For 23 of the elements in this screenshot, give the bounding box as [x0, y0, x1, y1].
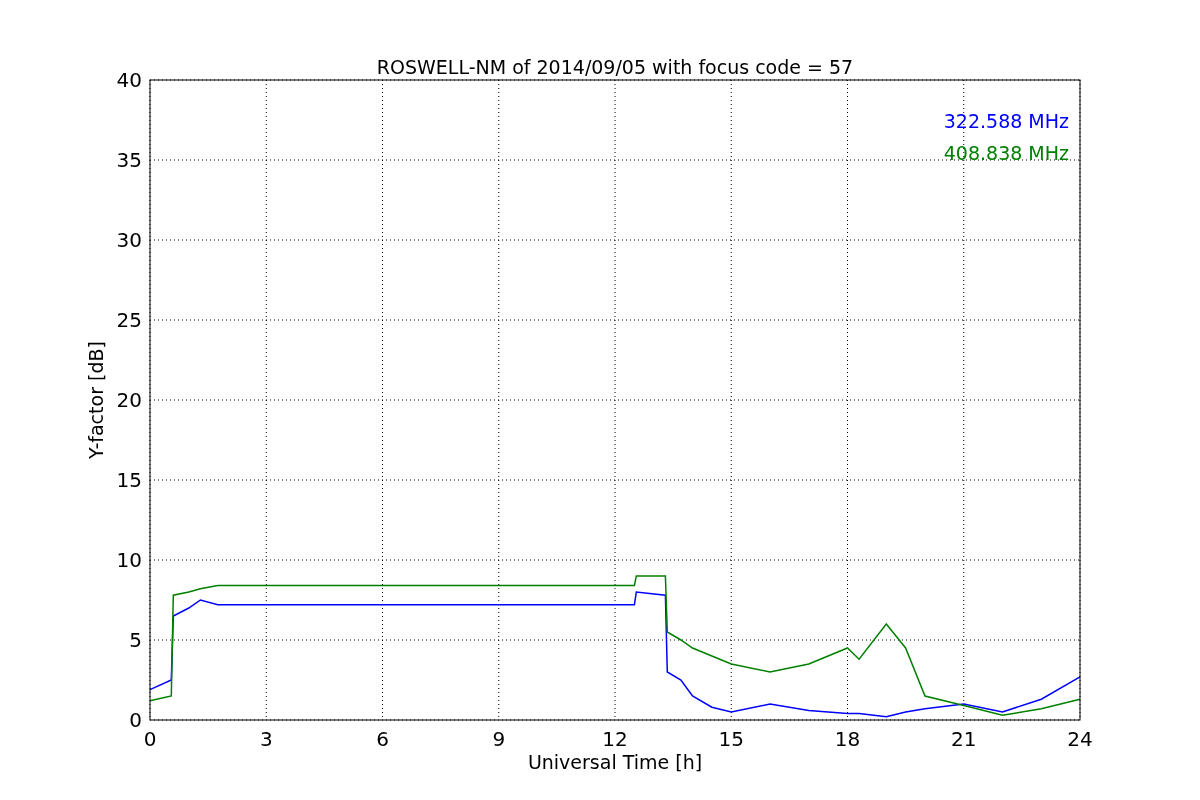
- x-tick-label: 12: [602, 727, 628, 751]
- x-tick-label: 18: [834, 727, 861, 751]
- y-tick-label: 10: [116, 548, 142, 572]
- y-tick-label: 0: [129, 708, 142, 732]
- legend-label: 408.838 MHz: [943, 142, 1069, 164]
- x-tick-label: 21: [951, 727, 977, 751]
- y-tick-label: 20: [116, 388, 142, 412]
- y-tick-label: 30: [116, 228, 142, 252]
- y-axis-label: Y-factor [dB]: [85, 341, 107, 459]
- x-tick-label: 0: [143, 727, 157, 751]
- x-tick-label: 6: [376, 727, 389, 751]
- chart-title: ROSWELL-NM of 2014/09/05 with focus code = 57: [376, 56, 854, 78]
- x-tick-label: 24: [1067, 727, 1093, 751]
- y-tick-label: 25: [116, 308, 142, 332]
- legend-label: 322.588 MHz: [943, 110, 1069, 132]
- x-tick-label: 9: [492, 727, 506, 751]
- y-tick-label: 40: [116, 68, 142, 92]
- y-tick-label: 15: [116, 468, 142, 492]
- x-tick-label: 15: [718, 727, 744, 751]
- y-tick-label: 5: [129, 628, 142, 652]
- x-axis-label: Universal Time [h]: [527, 751, 703, 773]
- y-tick-label: 35: [116, 148, 142, 172]
- x-tick-label: 3: [259, 727, 273, 751]
